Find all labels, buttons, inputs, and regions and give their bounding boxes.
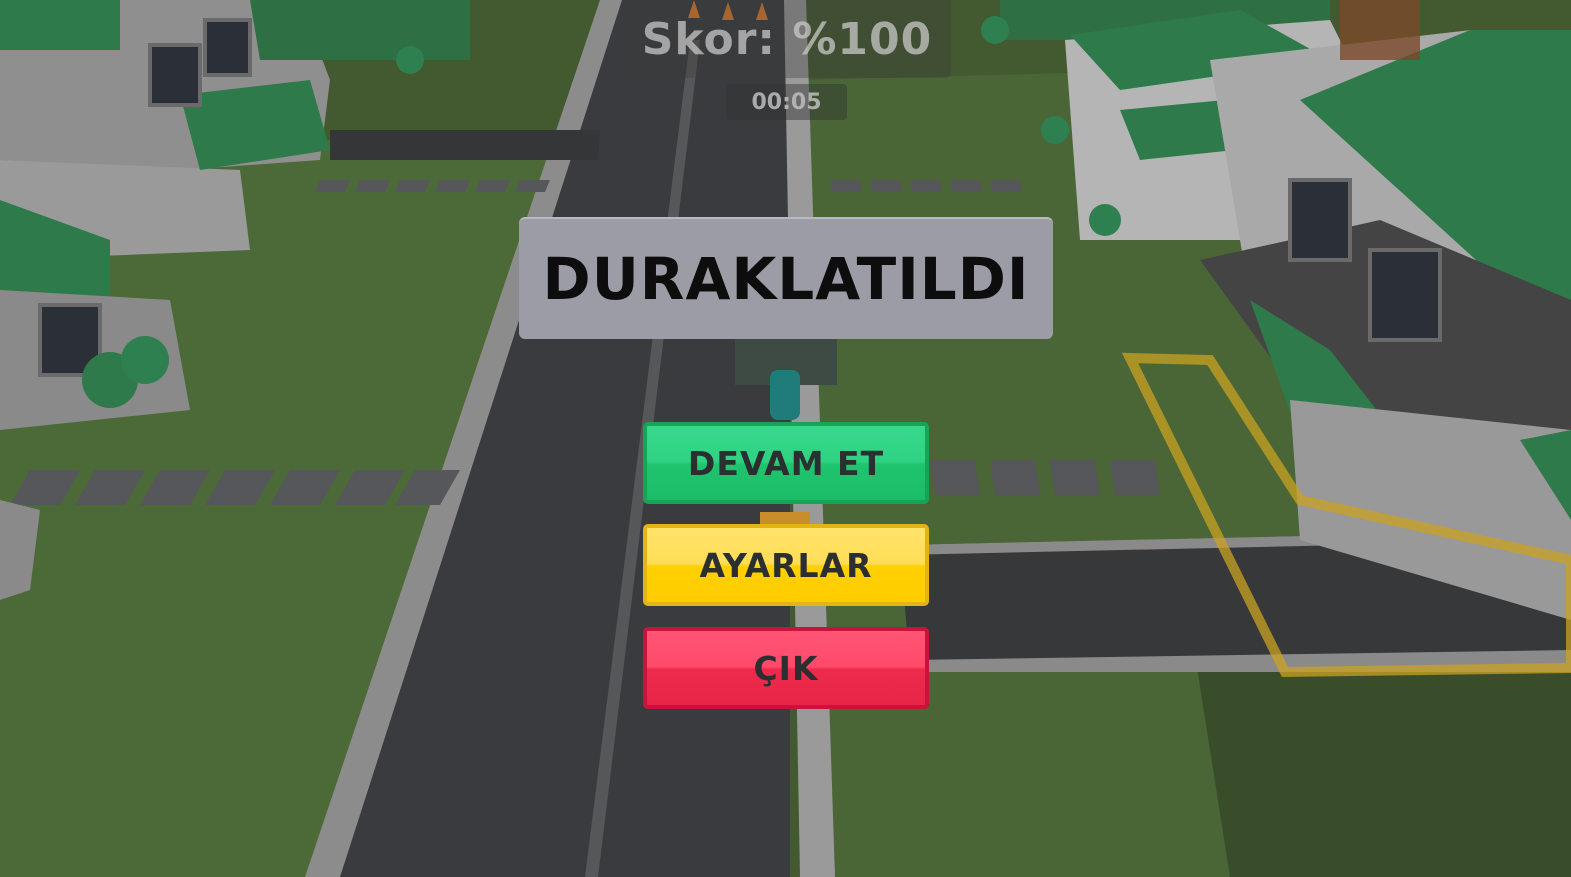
timer-display: 00:05	[726, 84, 847, 120]
score-display: Skor: %100	[623, 0, 951, 78]
settings-button[interactable]: AYARLAR	[643, 524, 929, 606]
quit-button[interactable]: ÇIK	[643, 627, 929, 709]
pause-title: DURAKLATILDI	[519, 217, 1053, 339]
resume-button[interactable]: DEVAM ET	[643, 422, 929, 504]
